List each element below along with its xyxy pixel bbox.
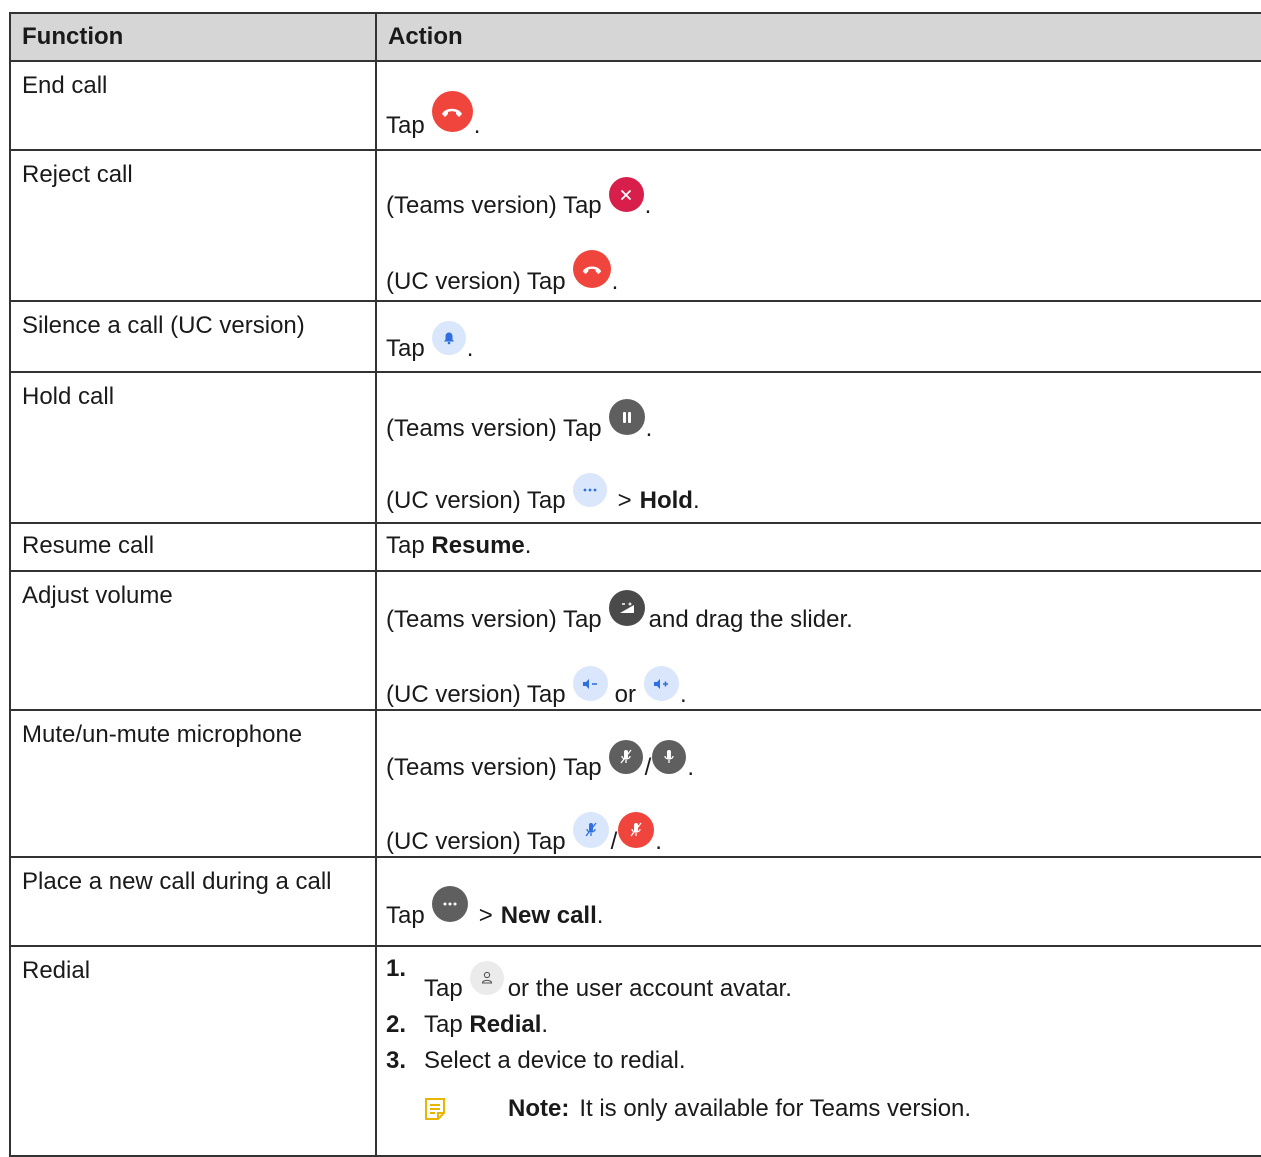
note-icon [424, 1097, 446, 1121]
action-silence-call: Tap . [375, 300, 1261, 373]
more-icon [572, 473, 607, 507]
function-adjust-volume: Adjust volume [9, 570, 377, 711]
function-end-call: End call [9, 60, 377, 151]
note-label: Note: [508, 1095, 570, 1122]
header-row: Function Action [9, 12, 1261, 62]
function-new-call: Place a new call during a call [9, 856, 377, 947]
table-row: Hold call (Teams version) Tap . (UC vers… [9, 371, 1261, 524]
table-row: Silence a call (UC version) Tap . [9, 300, 1261, 373]
action-new-call: Tap > New call . [375, 856, 1261, 947]
table-row: Mute/un-mute microphone (Teams version) … [9, 709, 1261, 858]
header-action: Action [375, 12, 1261, 62]
action-adjust-volume: (Teams version) Tap and drag the slider.… [375, 570, 1261, 711]
list-item: 1. Tap or the user account avatar. [386, 955, 792, 1002]
table-row: Reject call (Teams version) Tap . (UC ve… [9, 149, 1261, 302]
mic-muted-icon [572, 812, 609, 848]
action-hold-call: (Teams version) Tap . (UC version) Tap >… [375, 371, 1261, 524]
note-callout: Note: It is only available for Teams ver… [386, 1095, 1261, 1123]
list-item: 3. Select a device to redial. [386, 1047, 686, 1074]
table-row: Place a new call during a call Tap > New… [9, 856, 1261, 947]
function-hold-call: Hold call [9, 371, 377, 524]
pause-icon [608, 399, 645, 435]
reject-x-icon [608, 177, 644, 212]
volume-up-icon [643, 666, 679, 701]
volume-down-icon [572, 666, 608, 701]
mic-muted-icon [618, 812, 655, 848]
redial-steps: 1. Tap or the user account avatar. 2. Ta… [386, 955, 1261, 1075]
action-resume-call: Tap Resume. [375, 522, 1261, 572]
function-silence-call: Silence a call (UC version) [9, 300, 377, 373]
table-row: Adjust volume (Teams version) Tap and dr… [9, 570, 1261, 711]
end-call-icon [431, 91, 473, 132]
action-text: Tap [386, 112, 425, 139]
function-resume-call: Resume call [9, 522, 377, 572]
header-function: Function [9, 12, 377, 62]
end-call-icon [572, 250, 611, 288]
table-row: Redial 1. Tap or the user account avatar… [9, 945, 1261, 1157]
action-mute-mic: (Teams version) Tap / . (UC version) Tap [375, 709, 1261, 858]
mic-icon [652, 740, 687, 774]
user-icon [469, 961, 504, 995]
bell-icon [431, 321, 466, 355]
action-redial: 1. Tap or the user account avatar. 2. Ta… [375, 945, 1261, 1157]
function-mute-mic: Mute/un-mute microphone [9, 709, 377, 858]
mic-muted-icon [608, 740, 643, 774]
function-redial: Redial [9, 945, 377, 1157]
action-reject-call: (Teams version) Tap . (UC version) Tap . [375, 149, 1261, 302]
list-item: 2. Tap Redial. [386, 1011, 549, 1038]
function-action-table: Function Action End call Tap . Reject ca… [9, 12, 1261, 1157]
note-text: It is only available for Teams version. [579, 1095, 972, 1122]
volume-icon [608, 590, 645, 626]
table-row: Resume call Tap Resume. [9, 522, 1261, 572]
more-icon [431, 886, 468, 922]
function-reject-call: Reject call [9, 149, 377, 302]
action-end-call: Tap . [375, 60, 1261, 151]
table-row: End call Tap . [9, 60, 1261, 151]
